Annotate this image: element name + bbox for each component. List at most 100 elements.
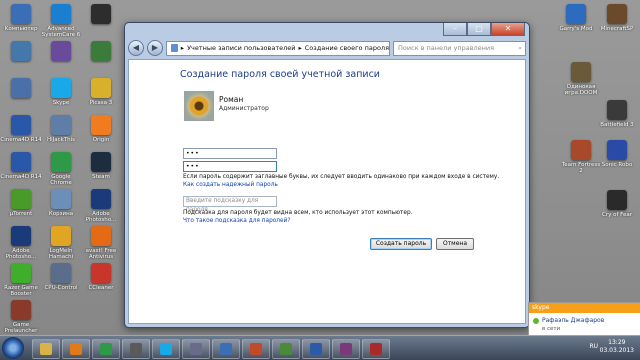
desktop-icon[interactable]: Cry of Fear	[596, 190, 638, 218]
strong-password-link[interactable]: Как создать надежный пароль	[183, 182, 278, 188]
taskbar-item-media-player[interactable]	[62, 339, 90, 359]
desktop-icon-label: Skype	[52, 100, 70, 106]
password-hint-field[interactable]: Введите подсказку для пароля	[183, 196, 277, 213]
user-role: Администратор	[219, 105, 269, 112]
back-arrow-icon[interactable]: ◀	[128, 40, 144, 56]
maximize-button[interactable]: □	[467, 23, 491, 36]
app-icon	[370, 343, 382, 355]
breadcrumb-item-accounts[interactable]: Учетные записи пользователей	[187, 44, 295, 52]
desktop-icon[interactable]: Adobe Photosho...	[0, 226, 42, 260]
system-clock[interactable]: 13:29 03.03.2013	[600, 339, 634, 355]
app-icon	[11, 263, 31, 283]
search-placeholder: Поиск в панели управления	[398, 44, 495, 52]
app-icon	[571, 62, 591, 82]
app-icon	[571, 140, 591, 160]
desktop-icon[interactable]: Google Chrome	[40, 152, 82, 186]
desktop-icon[interactable]: Компьютер	[0, 4, 42, 32]
app-icon	[91, 152, 111, 172]
desktop-icon[interactable]: Battlefield 3	[596, 100, 638, 128]
address-bar[interactable]: ▸ Учетные записи пользователей ▸ Создани…	[166, 40, 390, 56]
desktop-icon[interactable]: Picasa 3	[80, 78, 122, 106]
desktop-icon[interactable]: µTorrent	[0, 189, 42, 217]
app-icon	[566, 4, 586, 24]
explorer-icon	[40, 343, 52, 355]
desktop-icon[interactable]	[40, 41, 82, 63]
taskbar-item-app[interactable]	[242, 339, 270, 359]
desktop-icon[interactable]	[80, 41, 122, 63]
app-icon	[310, 343, 322, 355]
app-icon	[91, 226, 111, 246]
app-icon	[130, 343, 142, 355]
contact-name[interactable]: Рафаэль Джафаров	[542, 317, 604, 324]
taskbar-item-app[interactable]	[362, 339, 390, 359]
desktop-icon[interactable]: HiJackThis	[40, 115, 82, 143]
taskbar-item-app[interactable]	[212, 339, 240, 359]
taskbar-item-app[interactable]	[182, 339, 210, 359]
hint-help-link[interactable]: Что такое подсказка для паролей?	[183, 218, 290, 224]
navigation-bar: ◀ ▶ ▸ Учетные записи пользователей ▸ Соз…	[128, 39, 526, 57]
desktop-icon[interactable]: LogMeIn Hamachi	[40, 226, 82, 260]
desktop-icon-label: Одинокая игра DOOM	[564, 84, 598, 96]
desktop-icon[interactable]: Skype	[40, 78, 82, 106]
desktop-icon[interactable]: Razer Game Booster	[0, 263, 42, 297]
desktop-icon[interactable]	[80, 4, 122, 26]
control-panel-icon	[171, 44, 178, 52]
desktop-icon[interactable]: CPU-Control	[40, 263, 82, 291]
taskbar-item-app[interactable]	[302, 339, 330, 359]
app-icon	[51, 226, 71, 246]
page-title: Создание пароля своей учетной записи	[180, 69, 380, 80]
new-password-field[interactable]: •••	[183, 148, 277, 159]
desktop-icon[interactable]	[0, 41, 42, 63]
desktop-icon[interactable]: CCleaner	[80, 263, 122, 291]
clock-time: 13:29	[608, 339, 626, 346]
breadcrumb-separator: ▸	[298, 44, 302, 52]
minimize-button[interactable]: –	[443, 23, 467, 36]
app-icon	[91, 263, 111, 283]
title-bar[interactable]: – □ ✕	[125, 23, 529, 37]
app-icon	[51, 263, 71, 283]
desktop-icon-label: Cinema4D R14	[0, 174, 42, 180]
desktop-icon-label: Cry of Fear	[601, 212, 633, 218]
search-icon: ⌕	[518, 43, 522, 52]
skype-notification[interactable]: skype Рафаэль Джафаров в сети	[528, 302, 640, 338]
start-button[interactable]	[2, 337, 24, 359]
desktop-icon[interactable]: Cinema4D R14	[0, 115, 42, 143]
close-button[interactable]: ✕	[491, 23, 525, 36]
taskbar-item-app[interactable]	[122, 339, 150, 359]
desktop-icon[interactable]: Garry's Mod	[555, 4, 597, 32]
desktop-icon[interactable]: Advanced SystemCare 6	[40, 4, 82, 38]
desktop-icon[interactable]: Game Prelauncher	[0, 300, 42, 334]
window-controls: – □ ✕	[443, 23, 525, 36]
breadcrumb-separator: ▸	[180, 44, 185, 52]
desktop-icon-label: Google Chrome	[50, 174, 72, 186]
desktop-icon[interactable]: Корзина	[40, 189, 82, 217]
cancel-button[interactable]: Отмена	[436, 238, 474, 250]
confirm-password-field[interactable]: •••	[183, 161, 277, 172]
language-indicator[interactable]: RU	[589, 343, 598, 350]
app-icon	[220, 343, 232, 355]
desktop-icon[interactable]	[0, 78, 42, 100]
desktop-icon[interactable]: Cinema4D R14	[0, 152, 42, 180]
desktop-icon[interactable]: Origin	[80, 115, 122, 143]
desktop-icon[interactable]: Adobe Photosho...	[80, 189, 122, 223]
desktop-icon[interactable]: MinecraftSP	[596, 4, 638, 32]
app-icon	[91, 78, 111, 98]
search-input[interactable]: Поиск в панели управления ⌕	[393, 40, 526, 56]
breadcrumb-item-create-password[interactable]: Создание своего пароля	[305, 44, 389, 52]
create-password-button[interactable]: Создать пароль	[370, 238, 432, 250]
desktop-icon[interactable]: avast! Free Antivirus	[80, 226, 122, 260]
taskbar-item-explorer[interactable]	[32, 339, 60, 359]
desktop-icon[interactable]: Одинокая игра DOOM	[560, 62, 602, 96]
taskbar-item-app[interactable]	[272, 339, 300, 359]
app-icon	[607, 190, 627, 210]
desktop-icon-label: µTorrent	[9, 211, 33, 217]
taskbar-item-app[interactable]	[332, 339, 360, 359]
app-icon	[607, 100, 627, 120]
taskbar-item-skype[interactable]	[152, 339, 180, 359]
app-icon	[250, 343, 262, 355]
desktop-icon-label: Sonic Robo	[601, 162, 633, 168]
desktop-icon[interactable]: Steam	[80, 152, 122, 180]
desktop-icon[interactable]: Sonic Robo	[596, 140, 638, 168]
forward-arrow-icon[interactable]: ▶	[147, 40, 163, 56]
taskbar-item-chrome[interactable]	[92, 339, 120, 359]
